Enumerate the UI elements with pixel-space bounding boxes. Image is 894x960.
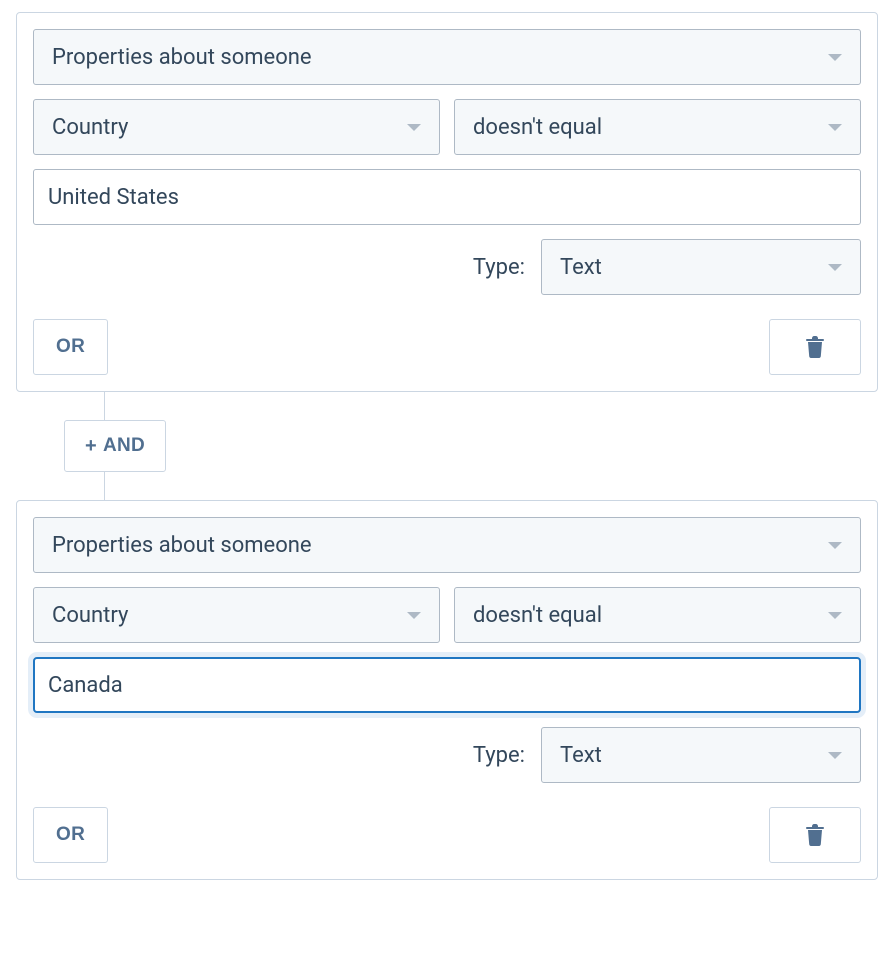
or-button[interactable]: OR <box>33 807 108 863</box>
type-select-value: Text <box>560 743 602 768</box>
condition-group: Properties about someone Country doesn't… <box>16 12 878 392</box>
property-select[interactable]: Country <box>33 587 440 643</box>
category-select[interactable]: Properties about someone <box>33 29 861 85</box>
operator-select-value: doesn't equal <box>473 115 602 140</box>
chevron-down-icon <box>828 542 842 549</box>
delete-button[interactable] <box>769 807 861 863</box>
operator-select-value: doesn't equal <box>473 603 602 628</box>
chevron-down-icon <box>828 612 842 619</box>
or-button-label: OR <box>56 824 85 846</box>
trash-icon <box>806 336 824 358</box>
chevron-down-icon <box>828 124 842 131</box>
chevron-down-icon <box>828 752 842 759</box>
or-button[interactable]: OR <box>33 319 108 375</box>
chevron-down-icon <box>828 54 842 61</box>
chevron-down-icon <box>407 124 421 131</box>
property-select-value: Country <box>52 603 128 628</box>
property-select-value: Country <box>52 115 128 140</box>
or-button-label: OR <box>56 336 85 358</box>
value-input[interactable] <box>33 169 861 225</box>
trash-icon <box>806 824 824 846</box>
property-select[interactable]: Country <box>33 99 440 155</box>
operator-select[interactable]: doesn't equal <box>454 99 861 155</box>
chevron-down-icon <box>828 264 842 271</box>
type-select[interactable]: Text <box>541 239 861 295</box>
delete-button[interactable] <box>769 319 861 375</box>
operator-select[interactable]: doesn't equal <box>454 587 861 643</box>
type-label: Type: <box>473 255 525 280</box>
and-button[interactable]: + AND <box>64 420 166 472</box>
and-connector: + AND <box>64 392 878 500</box>
type-select-value: Text <box>560 255 602 280</box>
category-select-value: Properties about someone <box>52 45 312 70</box>
category-select-value: Properties about someone <box>52 533 312 558</box>
category-select[interactable]: Properties about someone <box>33 517 861 573</box>
type-label: Type: <box>473 743 525 768</box>
value-input[interactable] <box>33 657 861 713</box>
condition-group: Properties about someone Country doesn't… <box>16 500 878 880</box>
and-button-label: AND <box>103 435 145 457</box>
chevron-down-icon <box>407 612 421 619</box>
plus-icon: + <box>85 436 97 456</box>
type-select[interactable]: Text <box>541 727 861 783</box>
